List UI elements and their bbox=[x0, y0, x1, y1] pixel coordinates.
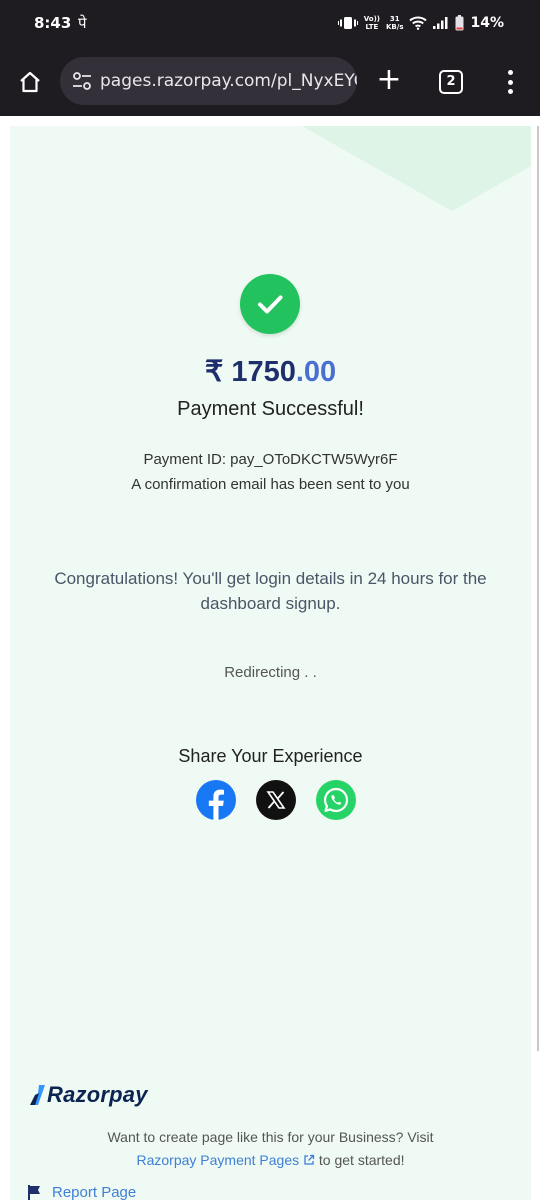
x-icon bbox=[266, 791, 286, 809]
wifi-icon bbox=[409, 16, 428, 30]
menu-dot bbox=[507, 89, 513, 94]
x-share-button[interactable] bbox=[256, 780, 296, 820]
status-notification-glyph: पे bbox=[78, 14, 87, 32]
battery-percent: 14% bbox=[470, 15, 504, 31]
new-tab-button[interactable]: + bbox=[374, 65, 404, 96]
status-bar: 8:43 पे Vo)) LTE 31 KB/s 14% bbox=[0, 0, 540, 48]
vibrate-icon bbox=[337, 17, 358, 29]
success-check-icon bbox=[240, 274, 300, 334]
network-speed: 31 KB/s bbox=[386, 15, 403, 31]
razorpay-logo-icon bbox=[30, 1085, 45, 1105]
promo-link-line: Razorpay Payment Pages to get started! bbox=[10, 1152, 531, 1168]
volte-indicator: Vo)) LTE bbox=[364, 15, 380, 31]
congrats-message: Congratulations! You'll get login detail… bbox=[54, 569, 487, 613]
payment-page: ₹ 1750.00 Payment Successful! Payment ID… bbox=[10, 126, 531, 1200]
status-time: 8:43 bbox=[34, 14, 72, 32]
checkmark-icon bbox=[258, 295, 283, 314]
facebook-icon bbox=[208, 789, 224, 820]
social-share-buttons bbox=[196, 780, 356, 820]
tab-switcher-button[interactable]: 2 bbox=[439, 70, 463, 94]
volte-top: Vo)) bbox=[363, 15, 380, 23]
promo-suffix: to get started! bbox=[315, 1152, 405, 1168]
volte-bottom: LTE bbox=[365, 23, 379, 31]
payment-status-title: Payment Successful! bbox=[177, 398, 364, 420]
amount-decimal: .00 bbox=[295, 356, 337, 388]
external-link-icon bbox=[304, 1154, 315, 1165]
payment-id: Payment ID: pay_OToDKCTW5Wyr6F bbox=[143, 451, 398, 468]
menu-dot bbox=[507, 70, 513, 75]
status-icons: Vo)) LTE 31 KB/s 14% bbox=[337, 12, 504, 34]
currency-symbol: ₹ bbox=[204, 356, 232, 388]
whatsapp-icon bbox=[324, 787, 349, 813]
facebook-share-button[interactable] bbox=[196, 780, 236, 820]
speed-unit: KB/s bbox=[386, 23, 404, 31]
browser-menu-button[interactable] bbox=[500, 68, 520, 96]
whatsapp-share-button[interactable] bbox=[316, 780, 356, 820]
brand-name: Razorpay bbox=[47, 1082, 148, 1107]
home-button[interactable] bbox=[14, 66, 46, 98]
menu-dot bbox=[507, 79, 513, 85]
battery-icon bbox=[455, 15, 464, 31]
confirmation-message: A confirmation email has been sent to yo… bbox=[131, 476, 410, 493]
browser-toolbar: pages.razorpay.com/pl_NyxEYCc + 2 bbox=[0, 48, 540, 116]
share-title: Share Your Experience bbox=[178, 746, 363, 766]
payment-amount: ₹ 1750.00 bbox=[10, 354, 531, 389]
signal-icon bbox=[433, 17, 448, 29]
promo-text: Want to create page like this for your B… bbox=[107, 1129, 434, 1145]
url-text[interactable]: pages.razorpay.com/pl_NyxEYCc bbox=[100, 71, 357, 91]
address-bar[interactable]: pages.razorpay.com/pl_NyxEYCc bbox=[60, 57, 357, 105]
decorative-triangle bbox=[302, 126, 531, 211]
redirecting-text: Redirecting . . bbox=[224, 664, 317, 681]
report-page-link[interactable]: Report Page bbox=[28, 1184, 136, 1200]
flag-icon bbox=[28, 1184, 40, 1200]
report-page-text: Report Page bbox=[52, 1184, 137, 1200]
amount-integer: 1750 bbox=[231, 356, 296, 388]
razorpay-logo[interactable]: Razorpay bbox=[30, 1082, 148, 1108]
speed-value: 31 bbox=[389, 15, 400, 23]
site-settings-icon[interactable] bbox=[70, 69, 94, 93]
payment-pages-link[interactable]: Razorpay Payment Pages bbox=[136, 1152, 315, 1168]
home-icon bbox=[20, 71, 40, 93]
page-scrollbar[interactable] bbox=[537, 126, 539, 1051]
payment-pages-link-text: Razorpay Payment Pages bbox=[136, 1152, 300, 1168]
